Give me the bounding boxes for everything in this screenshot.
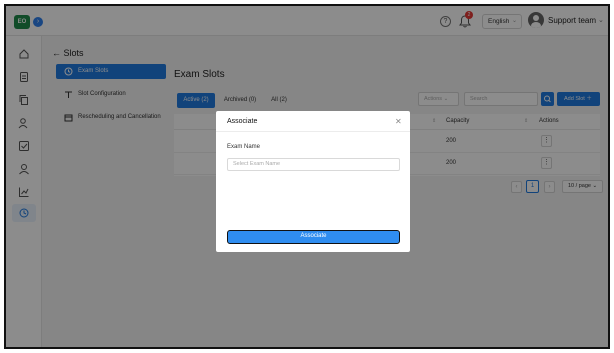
dialog-header: Associate ✕ (216, 111, 410, 132)
associate-dialog: Associate ✕ Exam Name Select Exam Name A… (216, 111, 410, 252)
associate-button[interactable]: Associate (227, 230, 400, 244)
dialog-title: Associate (227, 118, 258, 125)
exam-name-label: Exam Name (227, 144, 261, 150)
app-window: EO › ? 2 English ⌄ Support team ⌄ ← Slot… (4, 4, 610, 349)
close-icon[interactable]: ✕ (395, 117, 402, 126)
exam-name-select[interactable]: Select Exam Name (227, 158, 400, 171)
